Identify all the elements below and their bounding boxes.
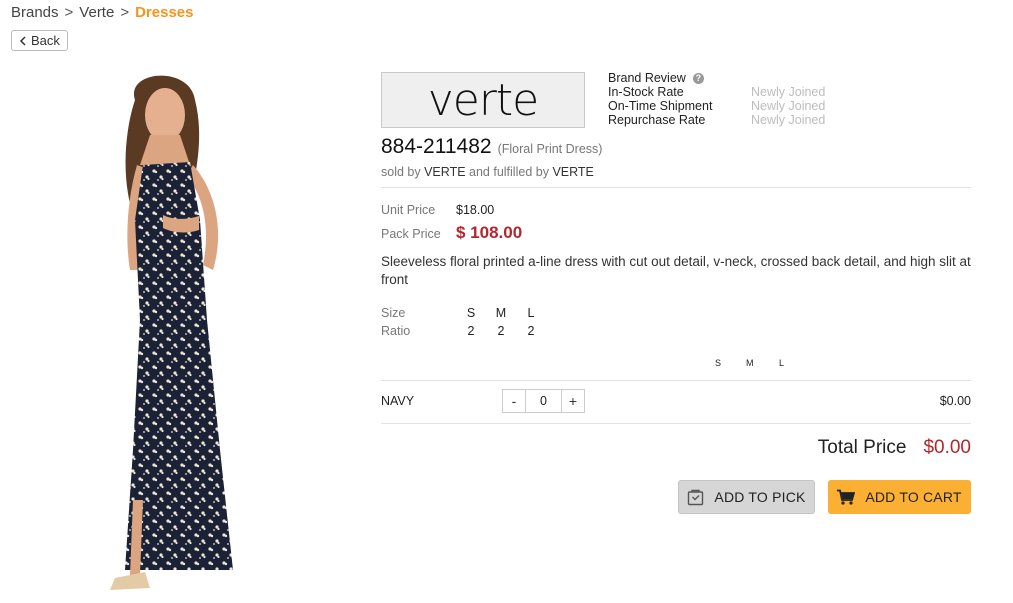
size-cell: M (495, 306, 507, 320)
divider (381, 380, 971, 381)
total-price-row: Total Price $0.00 (818, 437, 971, 459)
metric-label: On-Time Shipment (608, 99, 713, 113)
breadcrumb-current: Dresses (135, 4, 194, 21)
ratio-cell: 2 (527, 324, 535, 338)
fulfilled-by-text: and fulfilled by (469, 165, 549, 179)
pack-price-row: Pack Price $ 108.00 (381, 223, 522, 243)
brand-review-table: Brand Review ? In-Stock Rate Newly Joine… (608, 71, 825, 127)
size-label: Size (381, 306, 406, 320)
help-circle-icon[interactable]: ? (692, 72, 704, 84)
add-to-cart-button[interactable]: ADD TO CART (828, 480, 971, 514)
color-name: NAVY (381, 394, 415, 408)
order-size-header: S (715, 358, 722, 368)
fulfiller-name: VERTE (552, 165, 594, 179)
color-order-row: NAVY - 0 + $0.00 (381, 388, 971, 414)
breadcrumb-brands[interactable]: Brands (11, 4, 59, 21)
ratio-row: Ratio 2 2 2 (381, 322, 546, 340)
pack-price-label: Pack Price (381, 227, 441, 241)
brand-review-label: Brand Review (608, 71, 686, 85)
order-size-header: L (779, 358, 785, 368)
breadcrumb-verte[interactable]: Verte (79, 4, 114, 21)
increase-quantity-button[interactable]: + (562, 390, 584, 412)
product-name: (Floral Print Dress) (497, 142, 603, 156)
back-button-label: Back (31, 33, 60, 48)
metric-row: In-Stock Rate Newly Joined (608, 85, 825, 99)
brand-logo[interactable]: verte (381, 72, 585, 128)
shopping-cart-icon (837, 489, 856, 505)
add-to-pick-label: ADD TO PICK (714, 489, 806, 505)
metric-value: Newly Joined (751, 85, 826, 99)
metric-row: Repurchase Rate Newly Joined (608, 113, 825, 127)
breadcrumb: Brands > Verte > Dresses (11, 4, 193, 21)
unit-price-row: Unit Price $18.00 (381, 203, 522, 223)
metric-value: Newly Joined (751, 99, 826, 113)
decrease-quantity-button[interactable]: - (503, 390, 525, 412)
product-sku: 884-211482 (381, 135, 492, 158)
ratio-label: Ratio (381, 324, 411, 338)
product-description: Sleeveless floral printed a-line dress w… (381, 254, 971, 287)
size-ratio-table: Size S M L Ratio 2 2 2 (381, 304, 546, 340)
product-title: 884-211482 (Floral Print Dress) (381, 135, 602, 159)
divider (381, 423, 971, 424)
sold-by-line: sold by VERTE and fulfilled by VERTE (381, 165, 594, 179)
pick-bag-icon (688, 489, 704, 506)
add-to-cart-label: ADD TO CART (865, 489, 962, 505)
metric-row: On-Time Shipment Newly Joined (608, 99, 825, 113)
add-to-pick-button[interactable]: ADD TO PICK (678, 480, 815, 514)
size-row: Size S M L (381, 304, 546, 322)
product-image (110, 75, 233, 590)
total-price-label: Total Price (817, 437, 907, 458)
divider (381, 187, 971, 188)
line-total: $0.00 (939, 394, 971, 408)
quantity-input[interactable]: 0 (525, 390, 562, 412)
back-button[interactable]: Back (11, 30, 68, 51)
size-cell: S (466, 306, 476, 320)
order-size-header: M (746, 358, 754, 368)
price-table: Unit Price $18.00 Pack Price $ 108.00 (381, 203, 522, 243)
ratio-cell: 2 (467, 324, 475, 338)
unit-price-value: $18.00 (456, 203, 495, 217)
unit-price-label: Unit Price (381, 203, 436, 217)
seller-name[interactable]: VERTE (424, 165, 465, 179)
sold-by-prefix: sold by (381, 165, 421, 179)
size-cell: L (527, 306, 535, 320)
brand-review-header: Brand Review ? (608, 71, 825, 85)
metric-label: In-Stock Rate (608, 85, 684, 99)
breadcrumb-separator: > (120, 4, 130, 21)
breadcrumb-separator: > (64, 4, 74, 21)
metric-value: Newly Joined (751, 113, 826, 127)
chevron-left-icon (19, 35, 26, 46)
total-price-value: $0.00 (923, 437, 971, 458)
quantity-stepper: - 0 + (502, 389, 585, 413)
ratio-cell: 2 (497, 324, 505, 338)
metric-label: Repurchase Rate (608, 113, 706, 127)
pack-price-value: $ 108.00 (456, 223, 523, 242)
